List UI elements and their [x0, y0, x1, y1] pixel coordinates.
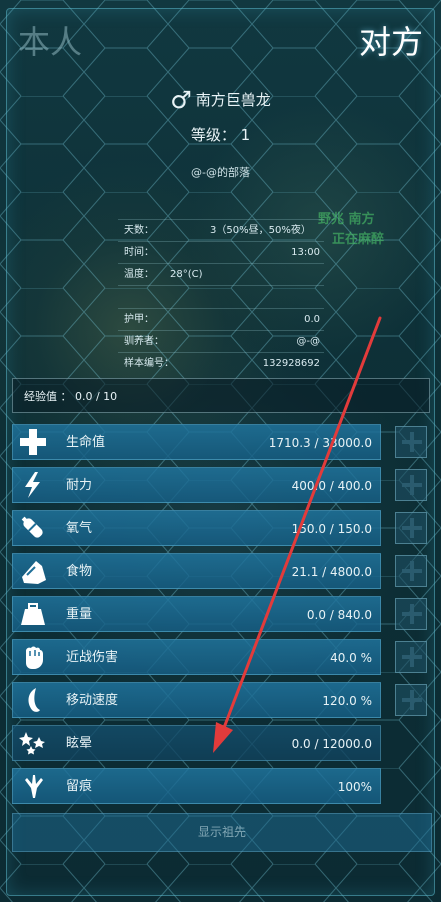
annotation-arrow: [213, 316, 382, 753]
